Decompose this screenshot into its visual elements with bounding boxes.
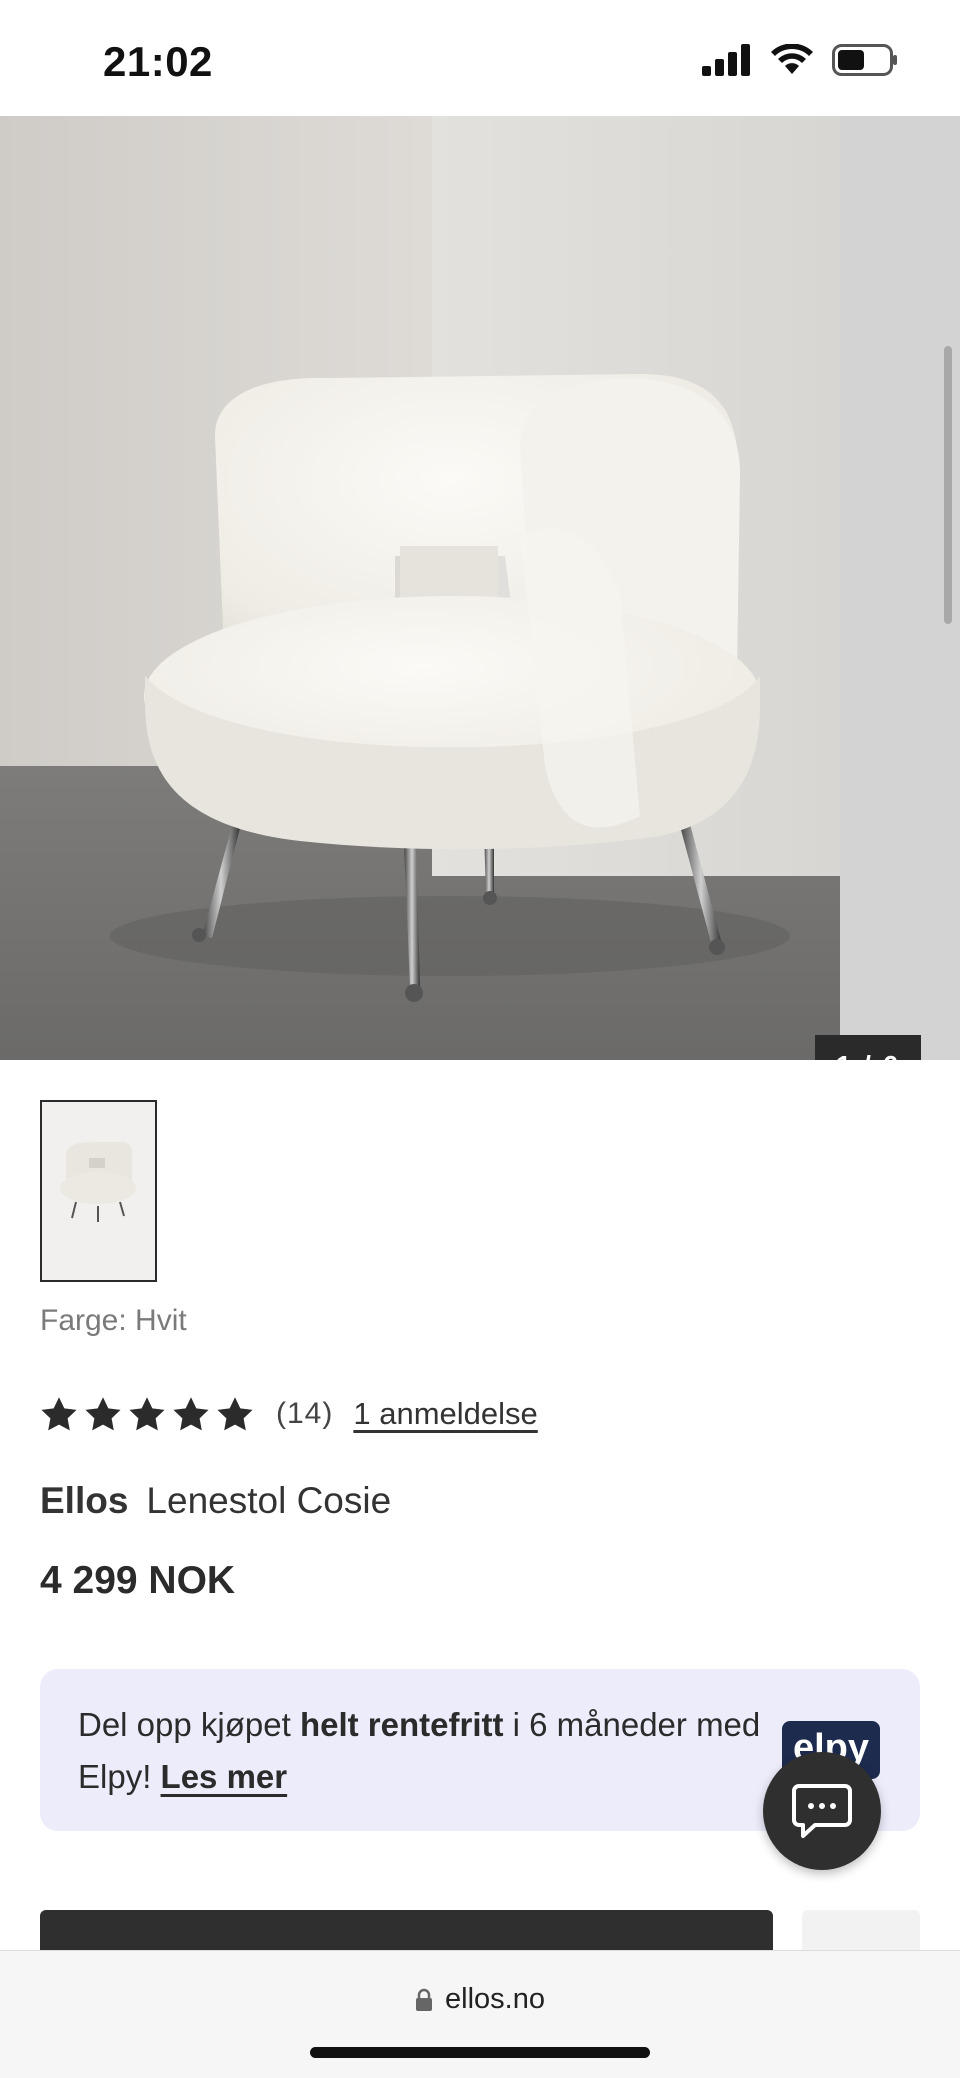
battery-icon xyxy=(832,44,897,76)
armchair-photo xyxy=(0,116,960,1060)
image-counter: 1 / 6 xyxy=(815,1035,921,1060)
chat-icon xyxy=(792,1784,852,1838)
lock-icon xyxy=(416,1988,433,2011)
star-icon xyxy=(217,1397,253,1431)
star-icon xyxy=(173,1397,209,1431)
color-label: Farge: Hvit xyxy=(40,1304,187,1337)
image-scrollbar[interactable] xyxy=(944,346,952,624)
product-price: 4 299 NOK xyxy=(40,1559,236,1602)
promo-text: Del opp kjøpet helt rentefritt i 6 måned… xyxy=(78,1699,768,1803)
product-image[interactable]: 1 / 6 xyxy=(0,116,960,1060)
promo-text-before: Del opp kjøpet xyxy=(78,1706,300,1743)
chat-button[interactable] xyxy=(763,1752,881,1870)
product-title: Ellos Lenestol Cosie xyxy=(40,1480,391,1522)
status-time: 21:02 xyxy=(103,38,213,85)
rating-stars xyxy=(40,1396,254,1432)
armchair-thumbnail-image xyxy=(42,1102,155,1280)
product-brand[interactable]: Ellos xyxy=(40,1480,128,1521)
browser-bar: ellos.no xyxy=(0,1950,960,2078)
reviews-link[interactable]: 1 anmeldelse xyxy=(353,1396,537,1432)
wifi-icon xyxy=(771,44,813,74)
home-indicator[interactable] xyxy=(310,2047,650,2058)
address-bar[interactable]: ellos.no xyxy=(0,1983,960,2016)
rating-count: (14) xyxy=(276,1397,334,1430)
status-icons xyxy=(702,44,898,76)
promo-text-bold: helt rentefritt xyxy=(299,1706,504,1743)
thumbnail-1[interactable] xyxy=(40,1100,157,1282)
star-icon xyxy=(85,1397,121,1431)
read-more-link[interactable]: Les mer xyxy=(161,1758,288,1795)
star-icon xyxy=(41,1397,77,1431)
star-icon xyxy=(129,1397,165,1431)
status-bar: 21:02 xyxy=(0,0,960,116)
product-name: Lenestol Cosie xyxy=(146,1480,392,1521)
cellular-signal-icon xyxy=(702,44,750,76)
product-rating: (14) 1 anmeldelse xyxy=(40,1396,538,1432)
url-text: ellos.no xyxy=(445,1983,545,2015)
